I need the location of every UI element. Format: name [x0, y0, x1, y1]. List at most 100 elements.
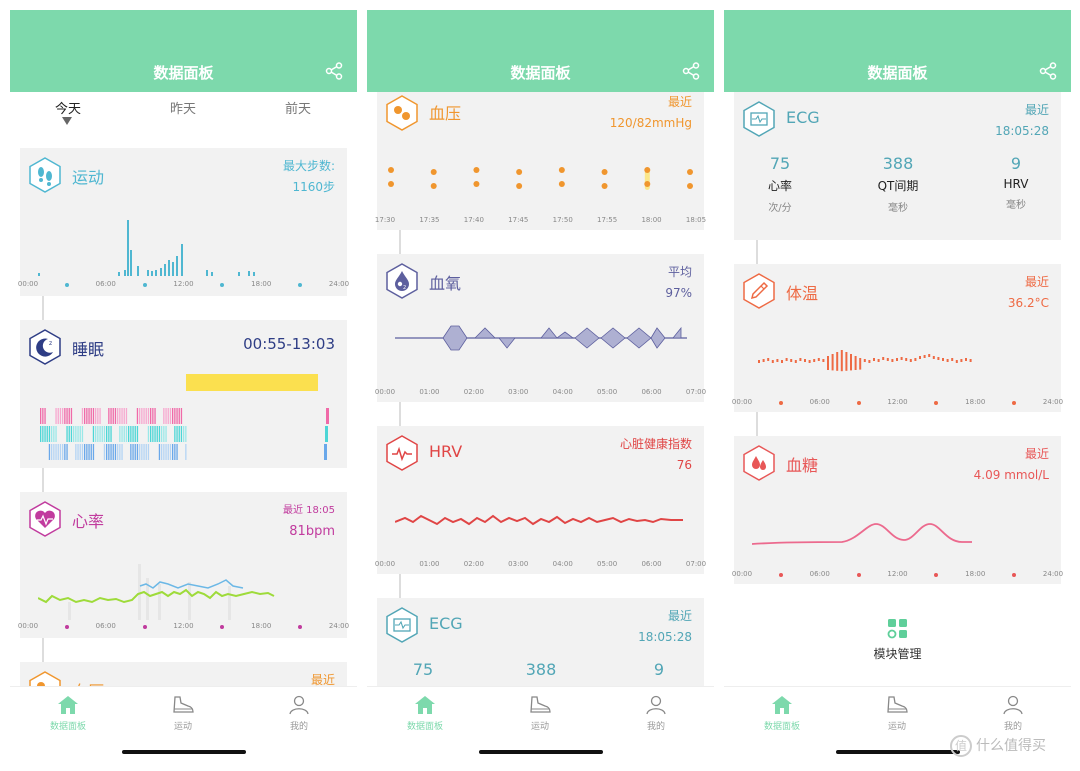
blood-pressure-card[interactable]: 血压 最近: [20, 662, 347, 686]
hr-range-bar: [188, 582, 191, 620]
card-summary: 最近 4.09 mmol/L: [974, 444, 1049, 486]
temp-mark: [758, 360, 760, 363]
axis-tick: 17:55: [597, 216, 618, 224]
blood-glucose-card[interactable]: 血糖 最近 4.09 mmol/L 00:00 06:00 12:00 18:0…: [732, 436, 1063, 584]
axis-dot: [856, 573, 861, 577]
share-icon[interactable]: [1039, 62, 1057, 80]
heart-rate-card[interactable]: 心率 最近 18:05 81bpm 00:00 06:00 12:00 18:0…: [17, 492, 350, 638]
axis-tick: 24:00: [328, 622, 350, 630]
nav-profile[interactable]: 我的: [259, 695, 339, 732]
tab-day-before[interactable]: 前天: [258, 98, 338, 117]
sleep-stage-stripe: [51, 426, 53, 442]
sleep-stage-stripe: [174, 408, 176, 424]
spo2-variation: [474, 327, 496, 339]
blood-drop-icon: [386, 95, 418, 131]
temp-mark: [868, 360, 871, 363]
bp-dot-chart: [388, 167, 693, 190]
axis-dot: [298, 283, 303, 287]
sleep-stage-stripe: [121, 444, 123, 460]
temp-mark: [951, 358, 954, 361]
sleep-card[interactable]: z 睡眠 00:55-13:03: [20, 320, 347, 468]
oxygen-drop-icon: 2: [386, 263, 418, 299]
card-title: 血氧: [429, 274, 462, 293]
temp-mark: [799, 358, 802, 361]
blood-pressure-card[interactable]: 血压 最近 120/82mmHg 17:30 17:35 17:40 17:45…: [375, 92, 706, 230]
nav-label: 数据面板: [49, 722, 86, 732]
card-connector: [399, 230, 401, 254]
axis-dot: [934, 401, 939, 405]
phone-screen-2: 数据面板 血压 最近 120/82mmHg 17:30 17:35 17:40 …: [367, 10, 714, 760]
sleep-stage-stripe: [169, 408, 172, 424]
sleep-stage-stripe: [68, 426, 70, 442]
temp-mark: [863, 359, 866, 362]
temp-mark: [928, 354, 931, 357]
sleep-stage-stripe: [128, 426, 130, 442]
ecg-card[interactable]: ECG 最近 18:05:28 75 心率 次/分 388 QT间期 毫秒 9: [734, 92, 1061, 240]
bottom-tab-bar: 数据面板 运动 我的: [367, 686, 714, 760]
steps-bar: [238, 272, 240, 276]
tab-today[interactable]: 今天: [28, 98, 108, 117]
axis-tick: 01:00: [419, 560, 440, 568]
ecg-card[interactable]: ECG 最近 18:05:28 75 388 9: [377, 598, 704, 686]
dashboard-content: 血压 最近 120/82mmHg 17:30 17:35 17:40 17:45…: [367, 92, 714, 686]
card-title: HRV: [429, 442, 463, 461]
steps-bar: [118, 272, 120, 276]
axis-dot: [142, 283, 147, 287]
card-connector: [756, 412, 758, 436]
module-manage-button[interactable]: 模块管理: [724, 618, 1071, 662]
axis-tick: 18:00: [965, 398, 986, 406]
sleep-stage-stripe: [84, 408, 86, 424]
temperature-card[interactable]: 体温 最近 36.2°C 00:00 06:00 12:00 18:00 24:…: [732, 264, 1063, 412]
sleep-stage-stripe: [79, 444, 81, 460]
temp-mark: [827, 356, 829, 370]
ecg-qt-value: 388: [525, 660, 557, 679]
sneaker-icon: [173, 696, 194, 713]
sleep-stage-stripe: [112, 408, 114, 424]
blood-drop-icon: [29, 671, 61, 686]
hrv-card[interactable]: HRV 心脏健康指数 76 00:00 01:00 02:00 03:00 04…: [375, 426, 706, 574]
nav-exercise[interactable]: 运动: [857, 695, 937, 732]
nav-dashboard[interactable]: 数据面板: [742, 695, 822, 732]
share-icon[interactable]: [325, 62, 343, 80]
sleep-stage-stripe: [92, 408, 95, 424]
sleep-stage-stripe: [172, 444, 174, 460]
spo2-variation: [442, 325, 468, 351]
temp-mark: [781, 360, 783, 363]
nav-profile[interactable]: 我的: [973, 695, 1053, 732]
nav-dashboard[interactable]: 数据面板: [28, 695, 108, 732]
tab-yesterday[interactable]: 昨天: [143, 98, 223, 117]
sleep-stage-stripe: [176, 444, 178, 460]
ecg-hrv-unit: 毫秒: [1006, 200, 1026, 211]
axis-tick: 00:00: [17, 622, 39, 630]
watermark-text: 什么值得买: [976, 738, 1046, 754]
axis-tick: 18:00: [965, 570, 986, 578]
temperature-dot-chart: [758, 350, 972, 372]
steps-bar: [176, 256, 178, 276]
card-summary: 心脏健康指数 76: [620, 434, 692, 476]
glucose-line: [752, 523, 972, 545]
sleep-stage-stripe: [154, 426, 156, 442]
time-axis: 00:00 06:00 12:00 18:00 24:00: [732, 398, 1063, 410]
share-icon[interactable]: [682, 62, 700, 80]
footprint-icon: [29, 157, 61, 193]
sleep-stage-stripe: [185, 426, 187, 442]
temp-mark: [762, 359, 765, 362]
nav-dashboard[interactable]: 数据面板: [385, 695, 465, 732]
sleep-stage-stripe: [51, 444, 53, 460]
sleep-stage-stripe: [169, 444, 172, 460]
axis-tick: 17:35: [419, 216, 440, 224]
spo2-variation: [672, 326, 682, 339]
nav-exercise[interactable]: 运动: [143, 695, 223, 732]
spo2-line-chart: [395, 325, 687, 351]
sleep-stage-stripe: [79, 426, 81, 442]
sleep-stage-stripe: [92, 444, 95, 460]
sleep-stage-stripe: [123, 408, 125, 424]
nav-exercise[interactable]: 运动: [500, 695, 580, 732]
heart-icon: [29, 501, 61, 537]
sleep-stage-stripe: [40, 408, 42, 424]
home-icon: [772, 696, 792, 714]
nav-profile[interactable]: 我的: [616, 695, 696, 732]
spo2-card[interactable]: 2 血氧 平均 97% 00:00 01:00 02:00 03:00 04:0…: [375, 254, 706, 402]
exercise-card[interactable]: 运动 最大步数: 1160步 00:00 06:00 12:00 18:00 2…: [18, 148, 349, 296]
card-title: 睡眠: [72, 340, 105, 359]
